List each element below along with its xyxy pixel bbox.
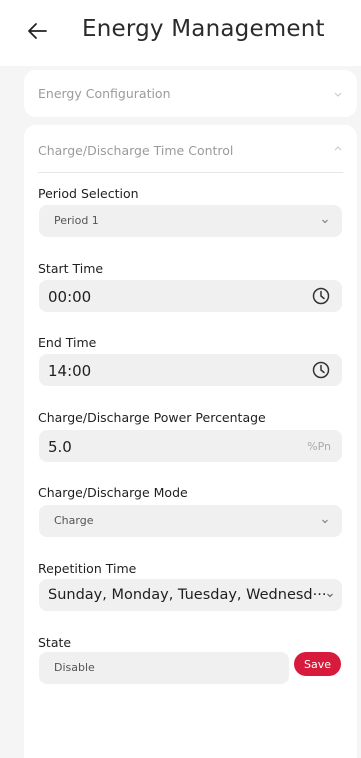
state-value: Disable — [54, 661, 95, 674]
time-control-title[interactable]: Charge/Discharge Time Control — [38, 143, 233, 158]
back-arrow-icon[interactable] — [26, 20, 48, 42]
repetition-time-value: Sunday, Monday, Tuesday, Wednesd··· — [48, 587, 327, 603]
energy-configuration-title: Energy Configuration — [38, 86, 171, 101]
chevron-up-icon[interactable] — [333, 144, 343, 154]
header: Energy Management — [0, 0, 361, 66]
power-percentage-label: Charge/Discharge Power Percentage — [38, 410, 266, 425]
power-percentage-input[interactable]: 5.0 %Pn — [39, 430, 342, 462]
mode-label: Charge/Discharge Mode — [38, 485, 188, 500]
start-time-label: Start Time — [38, 261, 104, 276]
mode-value: Charge — [54, 514, 94, 527]
period-selection-label: Period Selection — [38, 186, 139, 201]
start-time-field[interactable]: 00:00 — [39, 280, 342, 312]
page-title: Energy Management — [82, 16, 325, 42]
state-dropdown[interactable]: Disable — [39, 652, 289, 684]
time-control-section: Charge/Discharge Time Control Period Sel… — [24, 125, 357, 758]
divider — [38, 172, 343, 173]
period-selection-dropdown[interactable]: Period 1 — [39, 205, 342, 237]
energy-configuration-section[interactable]: Energy Configuration — [24, 70, 357, 117]
chevron-down-icon — [322, 519, 328, 524]
mode-dropdown[interactable]: Charge — [39, 505, 342, 537]
start-time-value: 00:00 — [48, 288, 92, 306]
chevron-down-icon — [322, 219, 328, 224]
clock-icon[interactable] — [311, 360, 331, 380]
state-label: State — [38, 635, 72, 650]
power-unit: %Pn — [307, 440, 331, 453]
power-percentage-value: 5.0 — [48, 438, 72, 456]
end-time-label: End Time — [38, 335, 97, 350]
period-selection-value: Period 1 — [54, 214, 99, 227]
chevron-down-icon — [327, 593, 333, 598]
end-time-value: 14:00 — [48, 362, 92, 380]
save-button[interactable]: Save — [294, 652, 341, 676]
end-time-field[interactable]: 14:00 — [39, 354, 342, 386]
clock-icon[interactable] — [311, 286, 331, 306]
repetition-time-dropdown[interactable]: Sunday, Monday, Tuesday, Wednesd··· — [39, 579, 342, 611]
chevron-down-icon — [334, 92, 342, 97]
repetition-time-label: Repetition Time — [38, 561, 137, 576]
